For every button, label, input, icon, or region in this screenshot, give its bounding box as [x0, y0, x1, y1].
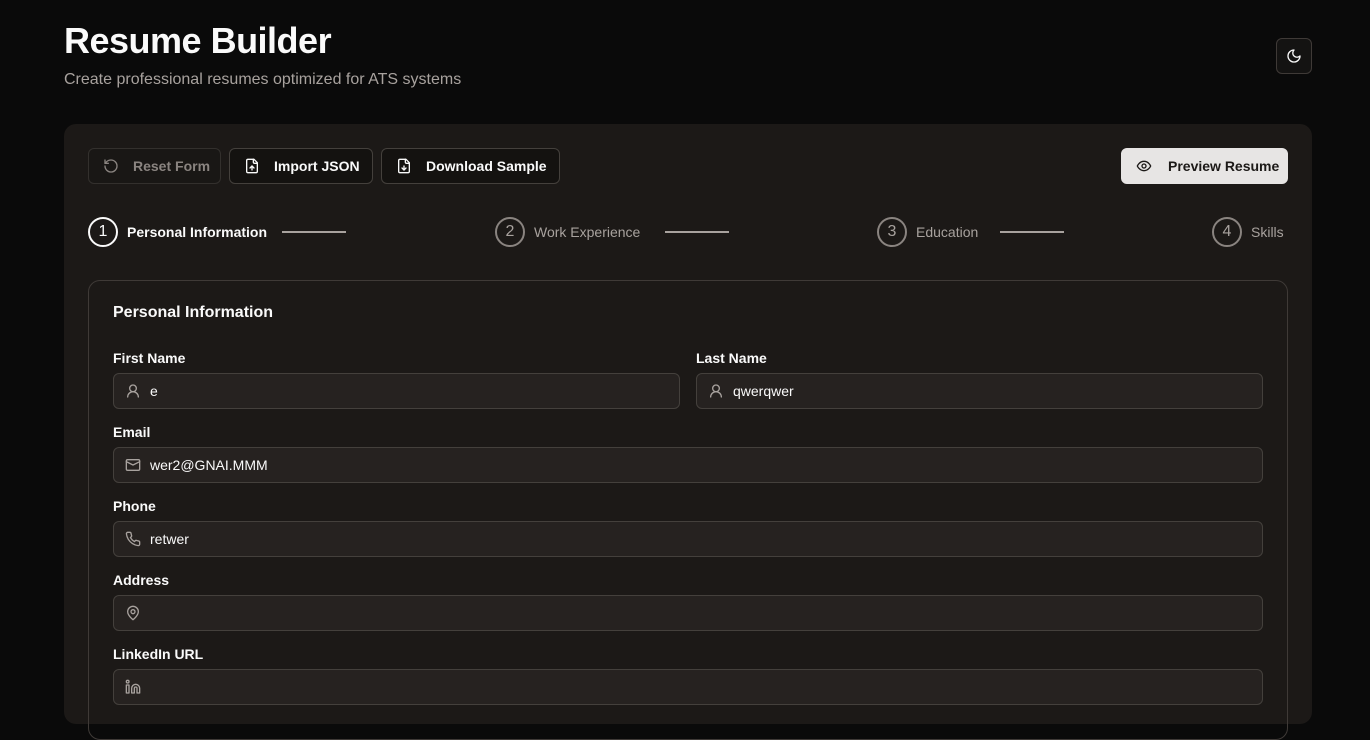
preview-resume-label: Preview Resume	[1168, 158, 1280, 174]
phone-label: Phone	[113, 498, 156, 514]
mail-icon	[125, 459, 141, 471]
first-name-field[interactable]	[113, 373, 680, 409]
file-upload-icon	[246, 158, 258, 174]
moon-icon	[1287, 49, 1301, 63]
last-name-label: Last Name	[696, 350, 767, 366]
user-icon	[127, 384, 139, 398]
step-skills[interactable]: 4 Skills	[1212, 216, 1284, 248]
email-field[interactable]	[113, 447, 1263, 483]
download-sample-button[interactable]: Download Sample	[381, 148, 560, 184]
page-title: Resume Builder	[64, 20, 332, 61]
phone-icon	[125, 531, 141, 547]
import-json-label: Import JSON	[274, 158, 360, 174]
step-label: Work Experience	[534, 224, 641, 240]
email-label: Email	[113, 424, 151, 440]
download-sample-label: Download Sample	[426, 158, 547, 174]
step-education[interactable]: 3 Education	[877, 216, 978, 248]
linkedin-field[interactable]	[113, 669, 1263, 705]
user-icon	[710, 384, 722, 398]
eye-icon	[1136, 160, 1152, 172]
step-connector	[665, 231, 729, 233]
reset-form-button[interactable]: Reset Form	[88, 148, 221, 184]
first-name-label: First Name	[113, 350, 186, 366]
file-download-icon	[398, 158, 410, 174]
map-pin-icon	[127, 605, 139, 621]
step-personal-information[interactable]: 1 Personal Information	[88, 216, 267, 248]
step-connector	[282, 231, 346, 233]
rotate-ccw-icon	[104, 159, 118, 173]
card-title: Personal Information	[113, 304, 274, 321]
step-number: 3	[877, 217, 907, 247]
personal-information-card: Personal Information First Name Last Nam…	[88, 280, 1288, 740]
theme-toggle-button[interactable]	[1276, 38, 1312, 74]
last-name-input[interactable]	[733, 383, 1262, 399]
step-number: 1	[88, 217, 118, 247]
address-field[interactable]	[113, 595, 1263, 631]
linkedin-input[interactable]	[150, 679, 1262, 695]
email-input[interactable]	[150, 457, 1262, 473]
step-number: 2	[495, 217, 525, 247]
first-name-input[interactable]	[150, 383, 679, 399]
step-label: Personal Information	[127, 224, 268, 240]
import-json-button[interactable]: Import JSON	[229, 148, 373, 184]
last-name-field[interactable]	[696, 373, 1263, 409]
step-connector	[1000, 231, 1064, 233]
preview-resume-button[interactable]: Preview Resume	[1121, 148, 1288, 184]
phone-field[interactable]	[113, 521, 1263, 557]
phone-input[interactable]	[150, 531, 1262, 547]
step-label: Education	[916, 224, 979, 240]
linkedin-icon	[125, 679, 141, 694]
linkedin-label: LinkedIn URL	[113, 646, 204, 662]
page-subtitle: Create professional resumes optimized fo…	[64, 71, 462, 88]
step-number: 4	[1212, 217, 1242, 247]
address-input[interactable]	[150, 605, 1262, 621]
builder-panel: Reset Form Import JSON Download Sample P…	[64, 124, 1312, 740]
step-label: Skills	[1251, 224, 1284, 240]
step-work-experience[interactable]: 2 Work Experience	[495, 216, 640, 248]
address-label: Address	[113, 572, 170, 588]
reset-form-label: Reset Form	[133, 158, 211, 174]
